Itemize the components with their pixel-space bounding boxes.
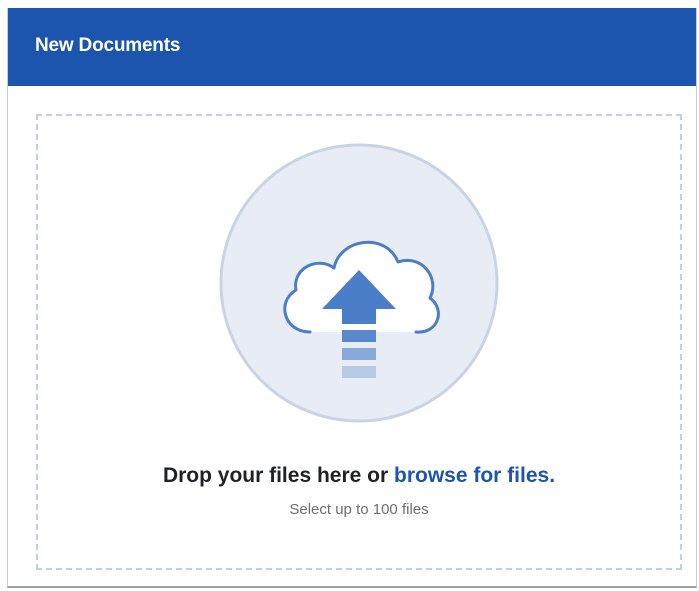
new-documents-panel: New Documents Drop your files here or br… <box>7 8 697 588</box>
browse-files-link[interactable]: browse for files. <box>394 464 555 487</box>
drop-instructions: Drop your files here or browse for files… <box>38 464 680 488</box>
panel-header: New Documents <box>8 8 696 86</box>
drop-text: Drop your files here or <box>162 464 389 487</box>
cloud-upload-icon <box>219 143 499 423</box>
file-drop-zone[interactable]: Drop your files here or browse for files… <box>36 114 682 570</box>
file-limit-hint: Select up to 100 files <box>289 501 429 518</box>
panel-title: New Documents <box>35 35 181 56</box>
